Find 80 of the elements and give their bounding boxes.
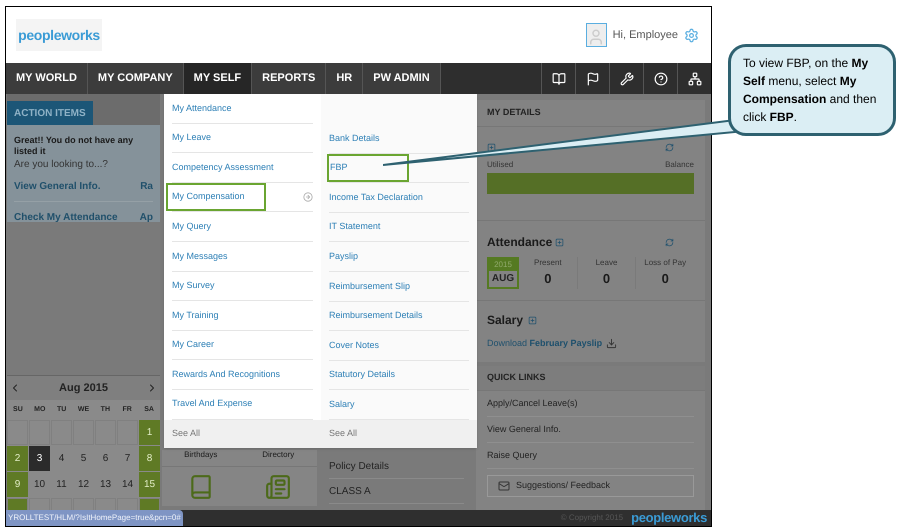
- expand-icon[interactable]: [487, 142, 496, 152]
- mail-icon: [498, 480, 510, 492]
- submenu-item[interactable]: Cover Notes: [329, 331, 380, 360]
- download-icon[interactable]: [606, 338, 618, 350]
- action-link[interactable]: Ra: [140, 179, 153, 194]
- stat-value: 0: [544, 270, 552, 288]
- month-badge: 2015 AUG: [487, 257, 519, 288]
- menu-item[interactable]: My Attendance: [172, 94, 232, 122]
- quick-link[interactable]: View General Info.: [487, 417, 694, 443]
- calendar-day[interactable]: 8: [139, 446, 160, 471]
- stat-value: 0: [602, 270, 610, 288]
- panel-title: QUICK LINKS: [487, 371, 546, 384]
- menu-item[interactable]: My Messages: [172, 242, 228, 270]
- download-payslip-link[interactable]: Download February Payslip: [487, 337, 602, 350]
- calendar-day[interactable]: 2: [7, 446, 28, 471]
- stat-label: Loss of Pay: [644, 257, 686, 269]
- action-message: Great!! You do not have any listed it: [14, 135, 134, 157]
- logo: peopleworks: [18, 26, 100, 45]
- nav-tab[interactable]: PW ADMIN: [363, 63, 441, 94]
- action-prompt: Are you looking to...?: [14, 158, 109, 172]
- submenu-item[interactable]: IT Statement: [329, 213, 380, 242]
- nav-tab[interactable]: MY COMPANY: [88, 63, 184, 94]
- logo: peopleworks: [631, 509, 707, 528]
- refresh-icon[interactable]: [665, 142, 674, 152]
- section-title: Attendance: [487, 234, 552, 251]
- callout: To view FBP, on the My Self menu, select My Compensation and then click FBP.: [728, 44, 896, 136]
- menu-item[interactable]: My Career: [172, 331, 214, 360]
- calendar-day[interactable]: 3: [29, 446, 50, 471]
- menu-item[interactable]: My Survey: [172, 272, 215, 300]
- status-url: YROLLTEST/HLM/?IsItHomePage=true&pcn=0#: [6, 510, 183, 526]
- quick-link[interactable]: Apply/Cancel Leave(s): [487, 391, 694, 417]
- stat-label: Leave: [596, 257, 618, 269]
- submenu-item[interactable]: Bank Details: [329, 124, 380, 152]
- action-link[interactable]: View General Info.: [14, 179, 101, 194]
- submenu-item[interactable]: Payslip: [329, 242, 358, 271]
- menu-item[interactable]: Competency Assessment: [172, 153, 274, 182]
- submenu-item[interactable]: Salary: [329, 390, 355, 419]
- submenu-item[interactable]: Reimbursement Details: [329, 302, 423, 330]
- see-all-link[interactable]: See All: [329, 427, 358, 441]
- action-link[interactable]: Ap: [140, 210, 153, 222]
- user-greeting: Hi, Employee: [612, 28, 678, 43]
- calendar-day[interactable]: 15: [139, 472, 160, 497]
- menu-item[interactable]: Travel And Expense: [172, 390, 252, 418]
- policy-text: CLASS A: [329, 479, 464, 504]
- stat-value: 0: [662, 270, 669, 288]
- settings-icon[interactable]: [684, 28, 699, 42]
- stat-label: Present: [534, 257, 562, 269]
- menu-item[interactable]: Rewards And Recognitions: [172, 360, 280, 389]
- refresh-icon[interactable]: [665, 238, 674, 246]
- tile-label[interactable]: Directory: [262, 450, 294, 460]
- nav-tab[interactable]: HR: [326, 63, 364, 94]
- menu-item[interactable]: My Leave: [172, 124, 212, 152]
- menu-item[interactable]: My Training: [172, 301, 219, 330]
- expand-icon[interactable]: [528, 316, 538, 324]
- nav-tab[interactable]: MY WORLD: [6, 63, 88, 94]
- submenu-item[interactable]: Reimbursement Slip: [329, 272, 410, 300]
- submenu-item[interactable]: Income Tax Declaration: [329, 183, 423, 212]
- panel-title: MY DETAILS: [487, 106, 541, 120]
- action-items-tab[interactable]: ACTION ITEMS: [7, 101, 93, 125]
- leave-label: Utilised: [487, 159, 514, 171]
- avatar[interactable]: [586, 23, 607, 47]
- section-title: Salary: [487, 312, 524, 329]
- policy-text: Policy Details: [329, 454, 464, 479]
- action-link[interactable]: Check My Attendance: [14, 210, 118, 222]
- feedback-button[interactable]: Suggestions/ Feedback: [487, 475, 694, 497]
- calendar-day[interactable]: 9: [7, 472, 28, 497]
- tile-label[interactable]: Birthdays: [184, 450, 218, 460]
- quick-link[interactable]: Raise Query: [487, 443, 694, 469]
- newspaper-icon[interactable]: [265, 474, 292, 500]
- nav-tab[interactable]: REPORTS: [252, 63, 326, 94]
- see-all-link[interactable]: See All: [172, 427, 200, 441]
- nav-tab[interactable]: MY SELF: [184, 63, 252, 94]
- leave-label: Balance: [665, 159, 694, 171]
- submenu-item[interactable]: FBP: [327, 154, 409, 182]
- menu-item[interactable]: My Compensation: [166, 183, 266, 212]
- submenu-item[interactable]: Statutory Details: [329, 361, 396, 390]
- menu-item[interactable]: My Query: [172, 212, 212, 241]
- calendar-day[interactable]: 1: [139, 420, 160, 445]
- expand-icon[interactable]: [555, 238, 564, 246]
- calendar-month: Aug 2015: [59, 380, 108, 396]
